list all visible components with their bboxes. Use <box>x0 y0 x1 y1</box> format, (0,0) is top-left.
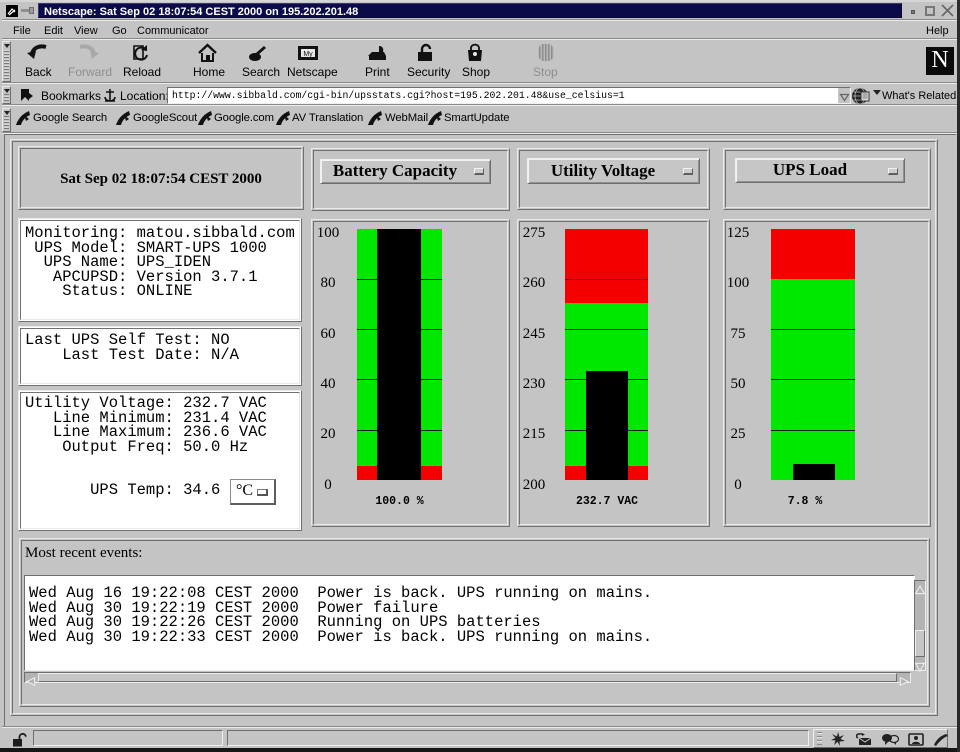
svg-text:My: My <box>303 51 313 58</box>
